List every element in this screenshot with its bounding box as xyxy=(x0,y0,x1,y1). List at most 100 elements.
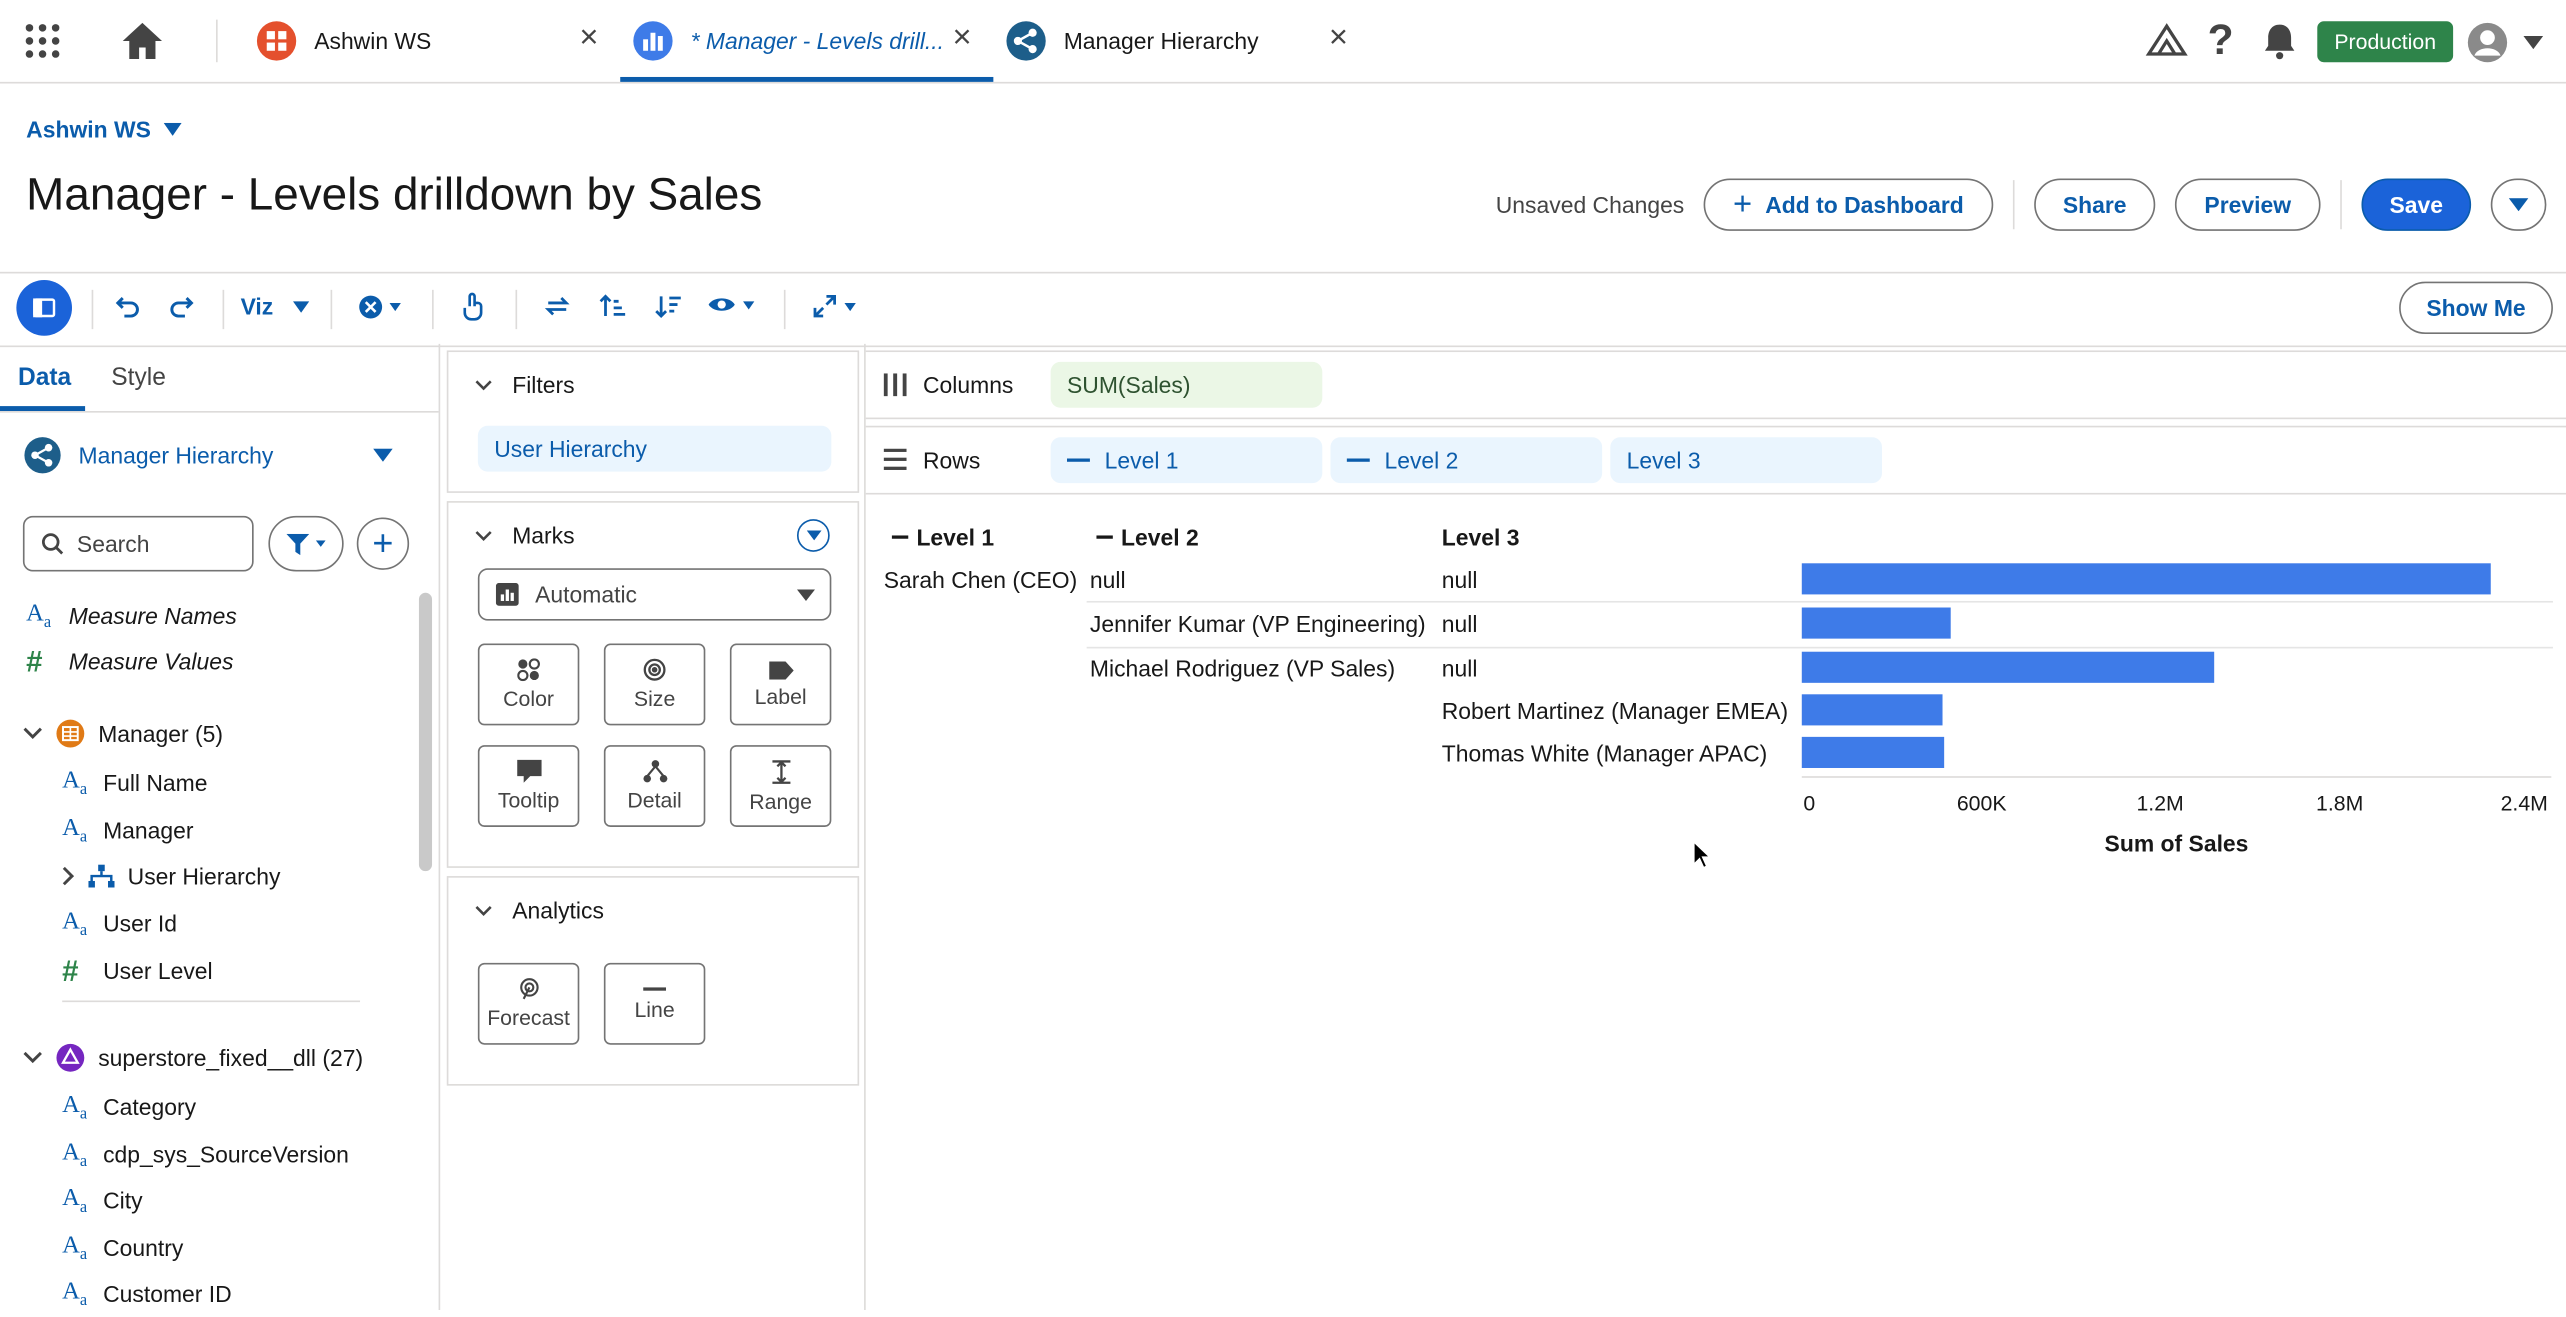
mark-type-value: Automatic xyxy=(535,581,638,608)
bar[interactable] xyxy=(1801,651,2215,683)
field-user-id[interactable]: Aa User Id xyxy=(62,901,177,947)
tab-ashwin-ws[interactable]: Ashwin WS × xyxy=(255,13,615,69)
show-me-button[interactable]: Show Me xyxy=(2399,281,2553,335)
marks-header[interactable]: Marks xyxy=(475,522,575,549)
field-country[interactable]: Aa Country xyxy=(62,1225,183,1271)
notification-bell-icon[interactable] xyxy=(2260,21,2299,60)
chevron-down-icon xyxy=(475,530,492,541)
sort-descending-icon[interactable] xyxy=(655,293,683,319)
columns-icon xyxy=(883,373,907,397)
field-user-hierarchy[interactable]: User Hierarchy xyxy=(62,853,280,899)
field-user-level[interactable]: # User Level xyxy=(62,948,212,994)
header-level-2[interactable]: Level 2 xyxy=(1096,524,1199,550)
tab-data[interactable]: Data xyxy=(18,364,71,392)
filter-fields-button[interactable] xyxy=(268,515,344,572)
cell-level-3[interactable]: null xyxy=(1442,567,1478,593)
swap-axes-icon[interactable] xyxy=(543,293,571,319)
viz-dropdown[interactable]: Viz xyxy=(241,293,310,319)
field-manager[interactable]: Aa Manager xyxy=(62,807,193,853)
user-avatar-icon[interactable] xyxy=(2466,21,2509,64)
tab-manager-levels-drilldown[interactable]: * Manager - Levels drill... × xyxy=(632,13,992,69)
group-manager[interactable]: Manager (5) xyxy=(23,711,223,757)
chevron-down-icon[interactable] xyxy=(2523,36,2544,50)
close-icon[interactable]: × xyxy=(1329,20,1348,58)
cell-level-1[interactable]: Sarah Chen (CEO) xyxy=(884,567,1078,593)
cell-level-3[interactable]: null xyxy=(1442,655,1478,681)
touch-icon[interactable] xyxy=(461,291,484,321)
text-field-icon: Aa xyxy=(62,907,88,940)
label-button[interactable]: Label xyxy=(729,643,832,726)
divider xyxy=(2012,180,2015,230)
line-button[interactable]: Line xyxy=(603,962,706,1045)
help-icon[interactable]: ? xyxy=(2208,15,2234,66)
fit-expand-icon[interactable] xyxy=(812,293,856,319)
text-field-icon: Aa xyxy=(62,814,88,846)
cell-level-2[interactable]: null xyxy=(1090,567,1126,593)
close-icon[interactable]: × xyxy=(579,20,598,58)
cell-level-3[interactable]: Robert Martinez (Manager EMEA) xyxy=(1442,698,1788,724)
workspace-breadcrumb[interactable]: Ashwin WS xyxy=(26,116,183,142)
bar[interactable] xyxy=(1801,563,2491,595)
filters-header[interactable]: Filters xyxy=(475,372,575,398)
column-pill-sum-sales[interactable]: SUM(Sales) xyxy=(1050,361,1323,408)
field-cdp-sys-sourceversion[interactable]: Aa cdp_sys_SourceVersion xyxy=(62,1132,349,1178)
chart-icon xyxy=(632,20,675,63)
field-full-name[interactable]: Aa Full Name xyxy=(62,760,207,806)
forecast-button[interactable]: Forecast xyxy=(477,962,580,1045)
cell-level-3[interactable]: null xyxy=(1442,611,1478,637)
field-category[interactable]: Aa Category xyxy=(62,1084,196,1130)
header-level-1[interactable]: Level 1 xyxy=(891,524,994,550)
divider xyxy=(91,289,94,330)
field-measure-values[interactable]: # Measure Values xyxy=(26,639,233,685)
header-level-3[interactable]: Level 3 xyxy=(1442,524,1520,550)
filter-pill-user-hierarchy[interactable]: User Hierarchy xyxy=(477,425,832,472)
bar[interactable] xyxy=(1801,607,1952,639)
datasource-selector[interactable]: Manager Hierarchy xyxy=(23,434,403,477)
show-hide-eye-icon[interactable] xyxy=(707,295,755,315)
row-pill-level-1[interactable]: Level 1 xyxy=(1050,437,1323,484)
mark-type-select[interactable]: Automatic xyxy=(477,568,832,621)
home-icon[interactable] xyxy=(121,21,164,60)
panel-toggle-button[interactable] xyxy=(16,280,73,336)
cell-level-3[interactable]: Thomas White (Manager APAC) xyxy=(1442,740,1768,766)
redo-icon[interactable] xyxy=(169,293,195,319)
trailhead-icon[interactable] xyxy=(2145,21,2188,60)
collapse-minus-icon xyxy=(891,535,909,539)
bar[interactable] xyxy=(1801,736,1944,768)
sort-ascending-icon[interactable] xyxy=(599,293,627,319)
group-superstore[interactable]: superstore_fixed__dll (27) xyxy=(23,1035,363,1081)
bar[interactable] xyxy=(1801,694,1943,726)
detail-button[interactable]: Detail xyxy=(603,745,706,827)
app-launcher-icon[interactable] xyxy=(23,21,62,60)
undo-icon[interactable] xyxy=(115,293,141,319)
save-button[interactable]: Save xyxy=(2361,178,2472,231)
size-target-icon xyxy=(643,658,666,681)
add-to-dashboard-button[interactable]: + Add to Dashboard xyxy=(1703,178,1994,231)
divider xyxy=(2340,180,2342,230)
chevron-down-icon xyxy=(475,379,492,390)
collapse-minus-icon xyxy=(1346,458,1370,462)
marks-menu-button[interactable] xyxy=(796,519,830,552)
tab-manager-hierarchy[interactable]: Manager Hierarchy × xyxy=(1005,13,1365,69)
clear-sheet-icon[interactable] xyxy=(358,295,401,320)
cell-level-2[interactable]: Michael Rodriguez (VP Sales) xyxy=(1090,655,1395,681)
share-button[interactable]: Share xyxy=(2034,178,2156,231)
close-icon[interactable]: × xyxy=(952,20,971,58)
tab-style[interactable]: Style xyxy=(111,364,166,392)
cell-level-2[interactable]: Jennifer Kumar (VP Engineering) xyxy=(1090,611,1426,637)
size-button[interactable]: Size xyxy=(603,643,706,726)
search-input[interactable]: Search xyxy=(22,515,254,572)
analytics-header[interactable]: Analytics xyxy=(475,897,604,924)
row-pill-level-3[interactable]: Level 3 xyxy=(1610,437,1882,484)
add-field-button[interactable]: + xyxy=(356,517,410,570)
row-pill-level-2[interactable]: Level 2 xyxy=(1330,437,1603,484)
hierarchy-icon xyxy=(1005,20,1048,63)
tooltip-button[interactable]: Tooltip xyxy=(477,745,580,827)
field-measure-names[interactable]: Aa Measure Names xyxy=(26,593,237,639)
color-button[interactable]: Color xyxy=(477,643,580,726)
range-button[interactable]: Range xyxy=(729,745,832,827)
field-city[interactable]: Aa City xyxy=(62,1177,142,1223)
more-actions-button[interactable] xyxy=(2490,178,2547,231)
preview-button[interactable]: Preview xyxy=(2174,178,2321,231)
scrollbar[interactable] xyxy=(418,592,433,872)
